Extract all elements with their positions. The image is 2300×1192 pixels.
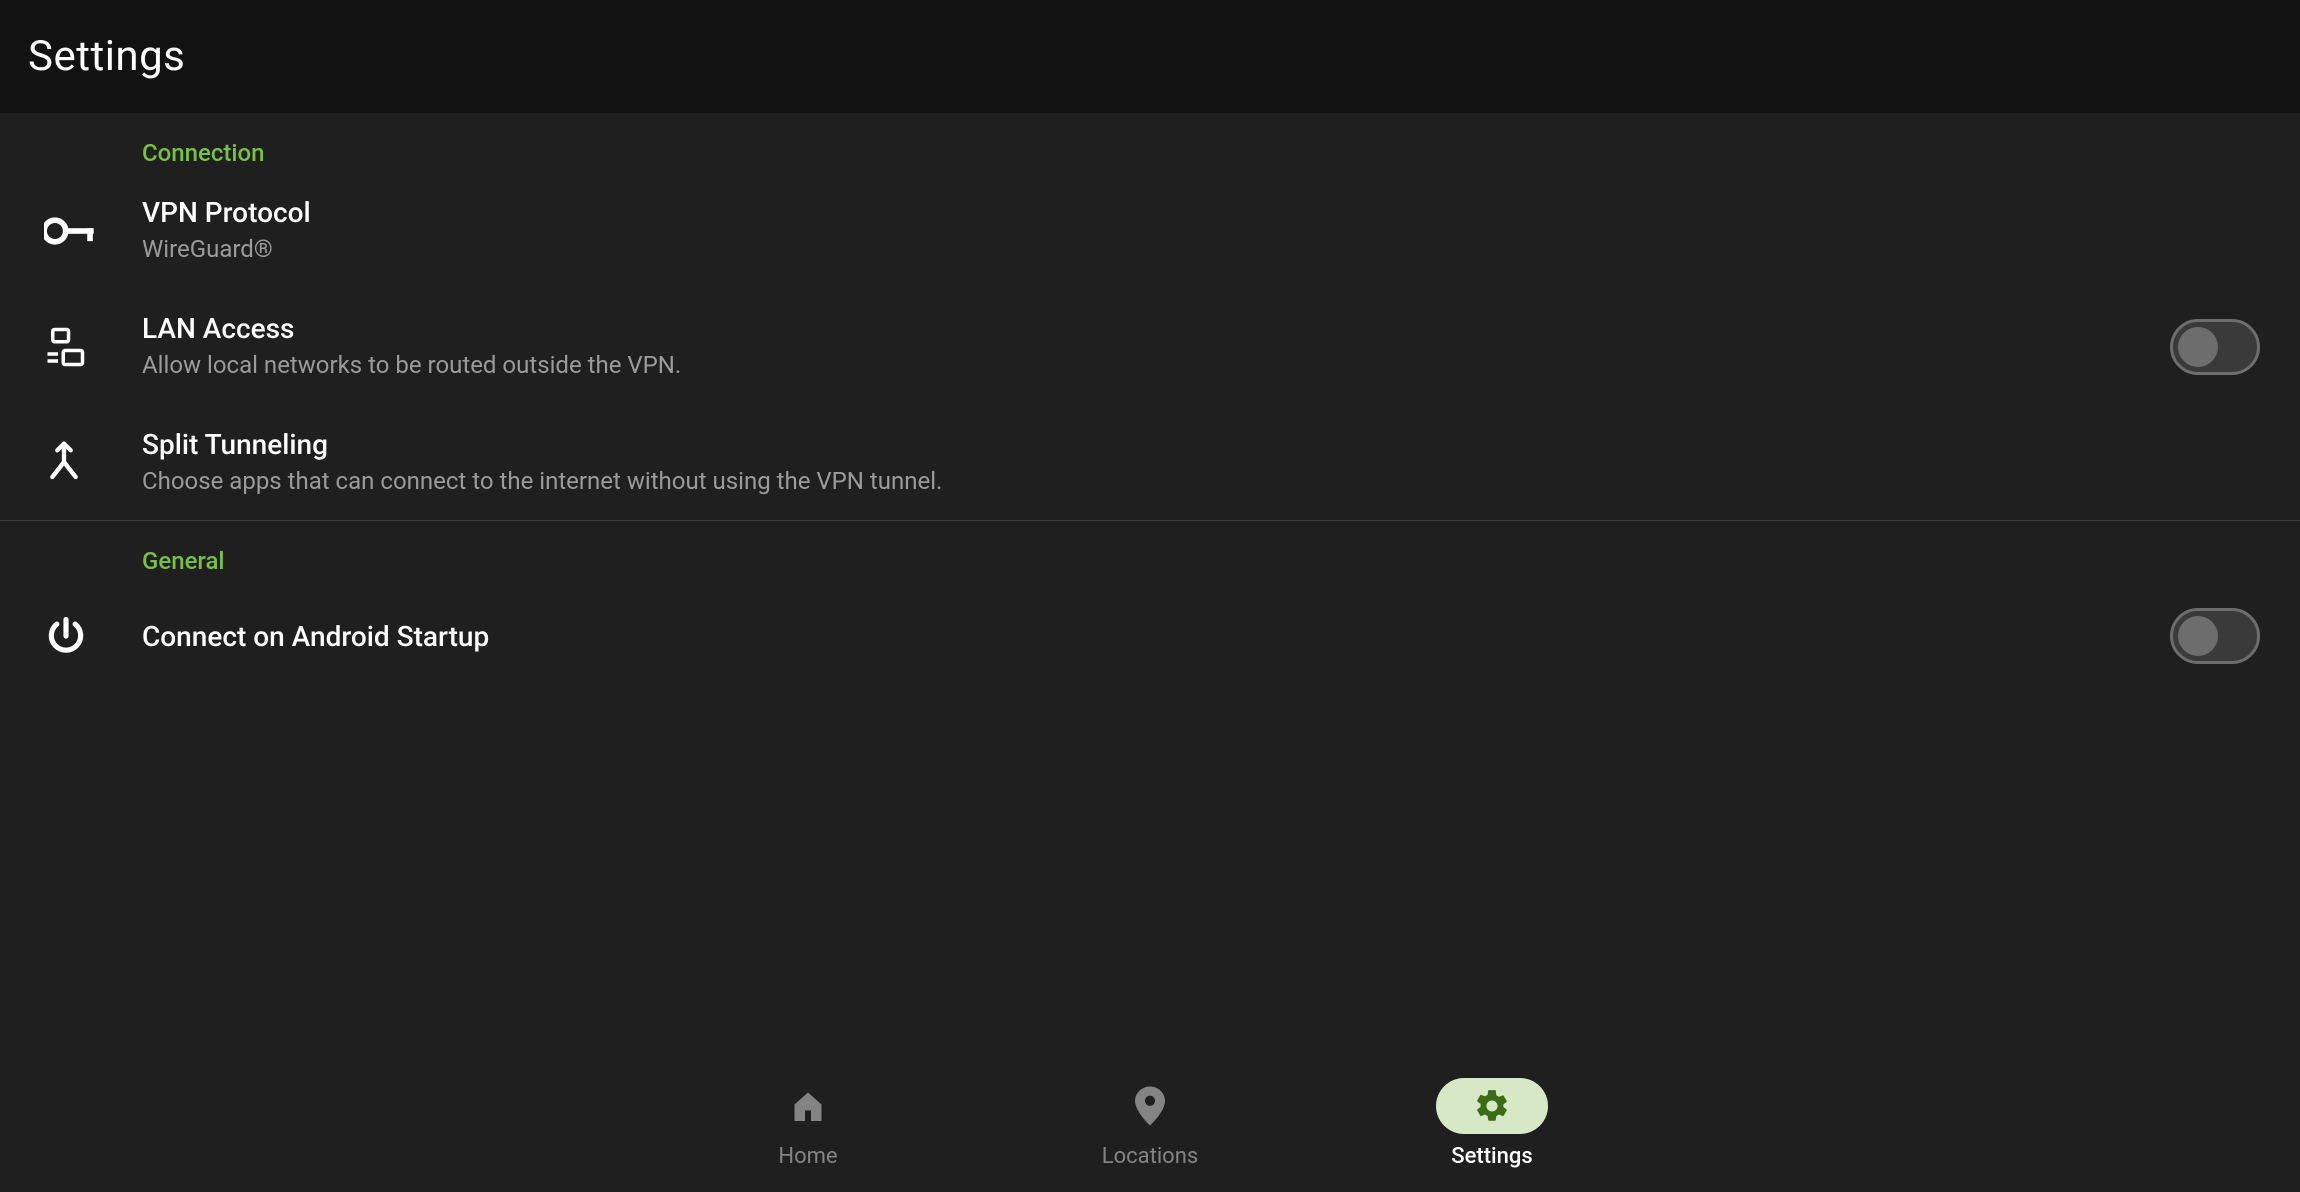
section-label-general: General xyxy=(0,521,2300,581)
power-icon xyxy=(38,614,142,658)
nav-home-label: Home xyxy=(778,1144,837,1169)
lan-icon xyxy=(38,326,142,368)
nav-locations-label: Locations xyxy=(1102,1144,1198,1169)
nav-settings[interactable]: Settings xyxy=(1436,1078,1548,1169)
split-tunneling-desc: Choose apps that can connect to the inte… xyxy=(142,464,2260,499)
lan-access-title: LAN Access xyxy=(142,311,2140,346)
header: Settings xyxy=(0,0,2300,113)
toggle-knob xyxy=(2178,616,2218,656)
vpn-protocol-text: VPN Protocol WireGuard® xyxy=(142,195,2260,267)
location-icon xyxy=(1094,1078,1206,1134)
lan-access-desc: Allow local networks to be routed outsid… xyxy=(142,348,2140,383)
settings-content: Connection VPN Protocol WireGuard® xyxy=(0,113,2300,1064)
key-icon xyxy=(38,217,142,245)
vpn-protocol-title: VPN Protocol xyxy=(142,195,2260,230)
row-split-tunneling[interactable]: Split Tunneling Choose apps that can con… xyxy=(0,405,2300,521)
split-tunneling-title: Split Tunneling xyxy=(142,427,2260,462)
nav-locations[interactable]: Locations xyxy=(1094,1078,1206,1169)
page-title: Settings xyxy=(28,32,185,81)
home-icon xyxy=(752,1078,864,1134)
settings-icon xyxy=(1436,1078,1548,1134)
row-connect-on-startup[interactable]: Connect on Android Startup xyxy=(0,581,2300,691)
nav-settings-label: Settings xyxy=(1451,1144,1532,1169)
lan-access-text: LAN Access Allow local networks to be ro… xyxy=(142,311,2140,383)
split-tunneling-icon xyxy=(38,440,142,484)
row-vpn-protocol[interactable]: VPN Protocol WireGuard® xyxy=(0,173,2300,289)
split-tunneling-text: Split Tunneling Choose apps that can con… xyxy=(142,427,2260,499)
vpn-protocol-value: WireGuard® xyxy=(142,232,2260,267)
connect-on-startup-toggle[interactable] xyxy=(2170,608,2260,664)
app-root: Settings Connection VPN Protocol WireGua… xyxy=(0,0,2300,1192)
toggle-knob xyxy=(2178,327,2218,367)
connect-on-startup-text: Connect on Android Startup xyxy=(142,619,2140,654)
row-lan-access[interactable]: LAN Access Allow local networks to be ro… xyxy=(0,289,2300,405)
section-label-connection: Connection xyxy=(0,113,2300,173)
bottom-nav: Home Locations Settings xyxy=(0,1064,2300,1192)
nav-home[interactable]: Home xyxy=(752,1078,864,1169)
connect-on-startup-title: Connect on Android Startup xyxy=(142,619,2140,654)
lan-access-toggle[interactable] xyxy=(2170,319,2260,375)
